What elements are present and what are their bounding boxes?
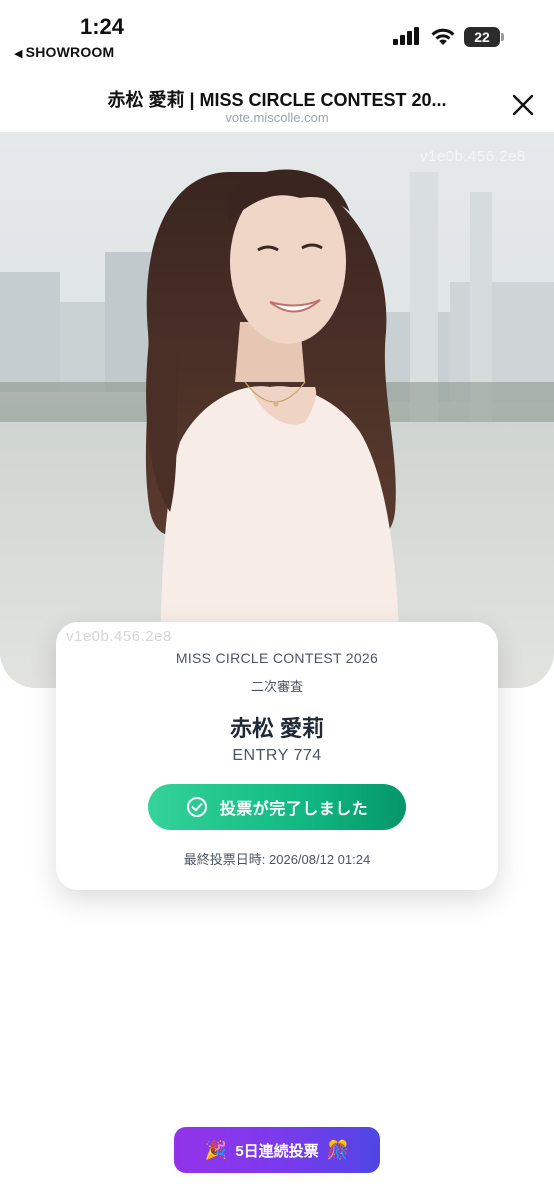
browser-header: 赤松 愛莉 | MISS CIRCLE CONTEST 20... vote.m… xyxy=(0,70,554,132)
status-bar: 1:24 ◀ SHOWROOM 22 xyxy=(0,0,554,70)
status-time: 1:24 xyxy=(80,14,125,39)
close-icon[interactable] xyxy=(508,90,538,120)
back-to-app-link[interactable]: ◀ SHOWROOM xyxy=(14,44,114,60)
screening-stage: 二次審査 xyxy=(250,679,303,694)
last-vote-datetime: 最終投票日時: 2026/08/12 01:24 xyxy=(183,852,371,867)
back-app-label: SHOWROOM xyxy=(25,44,115,60)
contest-name: MISS CIRCLE CONTEST 2026 xyxy=(175,650,379,666)
back-triangle-icon: ◀ xyxy=(14,48,23,60)
photo-watermark: v1e0b.456.2e8 xyxy=(420,148,526,165)
candidate-name: 赤松 愛莉 xyxy=(229,716,325,741)
card-watermark: v1e0b.456.2e8 xyxy=(66,628,172,645)
page-title: 赤松 愛莉 | MISS CIRCLE CONTEST 20... xyxy=(107,90,447,110)
confetti-ball-icon: 🎊 xyxy=(326,1139,350,1160)
vote-complete-label: 投票が完了しました xyxy=(219,801,369,818)
streak-vote-button[interactable]: 🎉 5日連続投票 🎊 xyxy=(174,1127,380,1173)
battery-icon: 22 xyxy=(464,27,504,47)
wifi-icon xyxy=(431,28,455,45)
party-popper-icon: 🎉 xyxy=(204,1139,228,1160)
candidate-photo xyxy=(0,132,554,688)
entry-number: ENTRY 774 xyxy=(232,747,322,764)
streak-label: 5日連続投票 xyxy=(235,1142,319,1160)
vote-result-card: MISS CIRCLE CONTEST 2026 二次審査 赤松 愛莉 ENTR… xyxy=(56,622,498,890)
page-url: vote.miscolle.com xyxy=(225,110,329,125)
battery-level: 22 xyxy=(464,27,500,47)
check-circle-icon xyxy=(186,797,207,817)
vote-complete-button[interactable]: 投票が完了しました xyxy=(148,784,406,830)
cellular-signal-icon xyxy=(393,27,421,45)
